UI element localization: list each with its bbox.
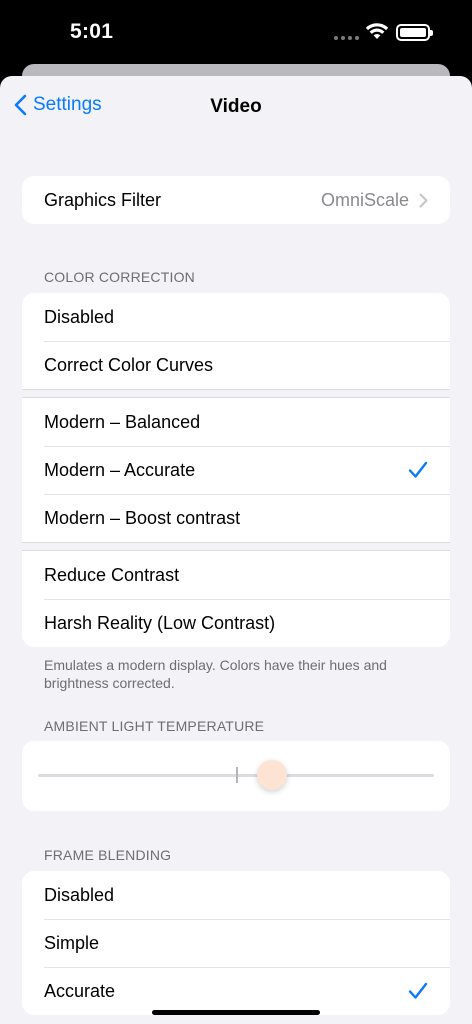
ambient-light-slider-thumb[interactable] [256, 760, 287, 790]
option-label: Modern – Balanced [44, 411, 201, 432]
color-option-modern-boost[interactable]: Modern – Boost contrast [22, 494, 450, 542]
ambient-light-group [22, 741, 450, 811]
color-option-modern-accurate[interactable]: Modern – Accurate [22, 446, 450, 494]
color-correction-header: COLOR CORRECTION [44, 269, 195, 285]
option-label: Reduce Contrast [44, 564, 180, 585]
blend-option-simple[interactable]: Simple [22, 919, 450, 967]
option-label: Modern – Accurate [44, 459, 196, 480]
graphics-filter-value: OmniScale [320, 189, 409, 210]
color-option-reduce-contrast[interactable]: Reduce Contrast [22, 551, 450, 599]
frame-blending-header: FRAME BLENDING [44, 847, 172, 863]
checkmark-icon [408, 461, 428, 478]
home-indicator [152, 1010, 320, 1015]
blend-option-disabled[interactable]: Disabled [22, 871, 450, 919]
option-label: Simple [44, 932, 100, 953]
frame-blending-group: Disabled Simple Accurate [22, 871, 450, 1015]
color-option-correct-curves[interactable]: Correct Color Curves [22, 341, 450, 389]
option-label: Harsh Reality (Low Contrast) [44, 612, 276, 633]
divider [22, 389, 450, 398]
option-label: Accurate [44, 980, 116, 1001]
graphics-filter-row[interactable]: Graphics Filter OmniScale [22, 176, 450, 224]
color-correction-footer: Emulates a modern display. Colors have t… [44, 657, 387, 691]
battery-icon [396, 24, 433, 41]
color-option-modern-balanced[interactable]: Modern – Balanced [22, 398, 450, 446]
status-time: 5:01 [70, 20, 114, 43]
option-label: Disabled [44, 884, 115, 905]
option-label: Modern – Boost contrast [44, 507, 241, 528]
color-option-harsh-reality[interactable]: Harsh Reality (Low Contrast) [22, 599, 450, 647]
slider-center-tick [236, 767, 238, 783]
wifi-icon [365, 23, 389, 39]
page-title: Video [210, 96, 262, 117]
cellular-signal-icon [334, 36, 359, 40]
settings-sheet: Settings Video Graphics Filter OmniScale… [0, 76, 472, 1024]
option-label: Correct Color Curves [44, 354, 214, 375]
blend-option-accurate[interactable]: Accurate [22, 967, 450, 1015]
color-option-disabled[interactable]: Disabled [22, 293, 450, 341]
graphics-filter-group: Graphics Filter OmniScale [22, 176, 450, 224]
status-bar: 5:01 [0, 0, 472, 66]
ambient-light-header: AMBIENT LIGHT TEMPERATURE [44, 718, 265, 734]
color-correction-group: Disabled Correct Color Curves Modern – B… [22, 293, 450, 647]
checkmark-icon [408, 982, 428, 999]
graphics-filter-label: Graphics Filter [44, 189, 162, 210]
chevron-right-icon [419, 193, 428, 207]
option-label: Disabled [44, 306, 115, 327]
divider [22, 542, 450, 551]
navigation-bar: Settings Video [0, 76, 472, 136]
